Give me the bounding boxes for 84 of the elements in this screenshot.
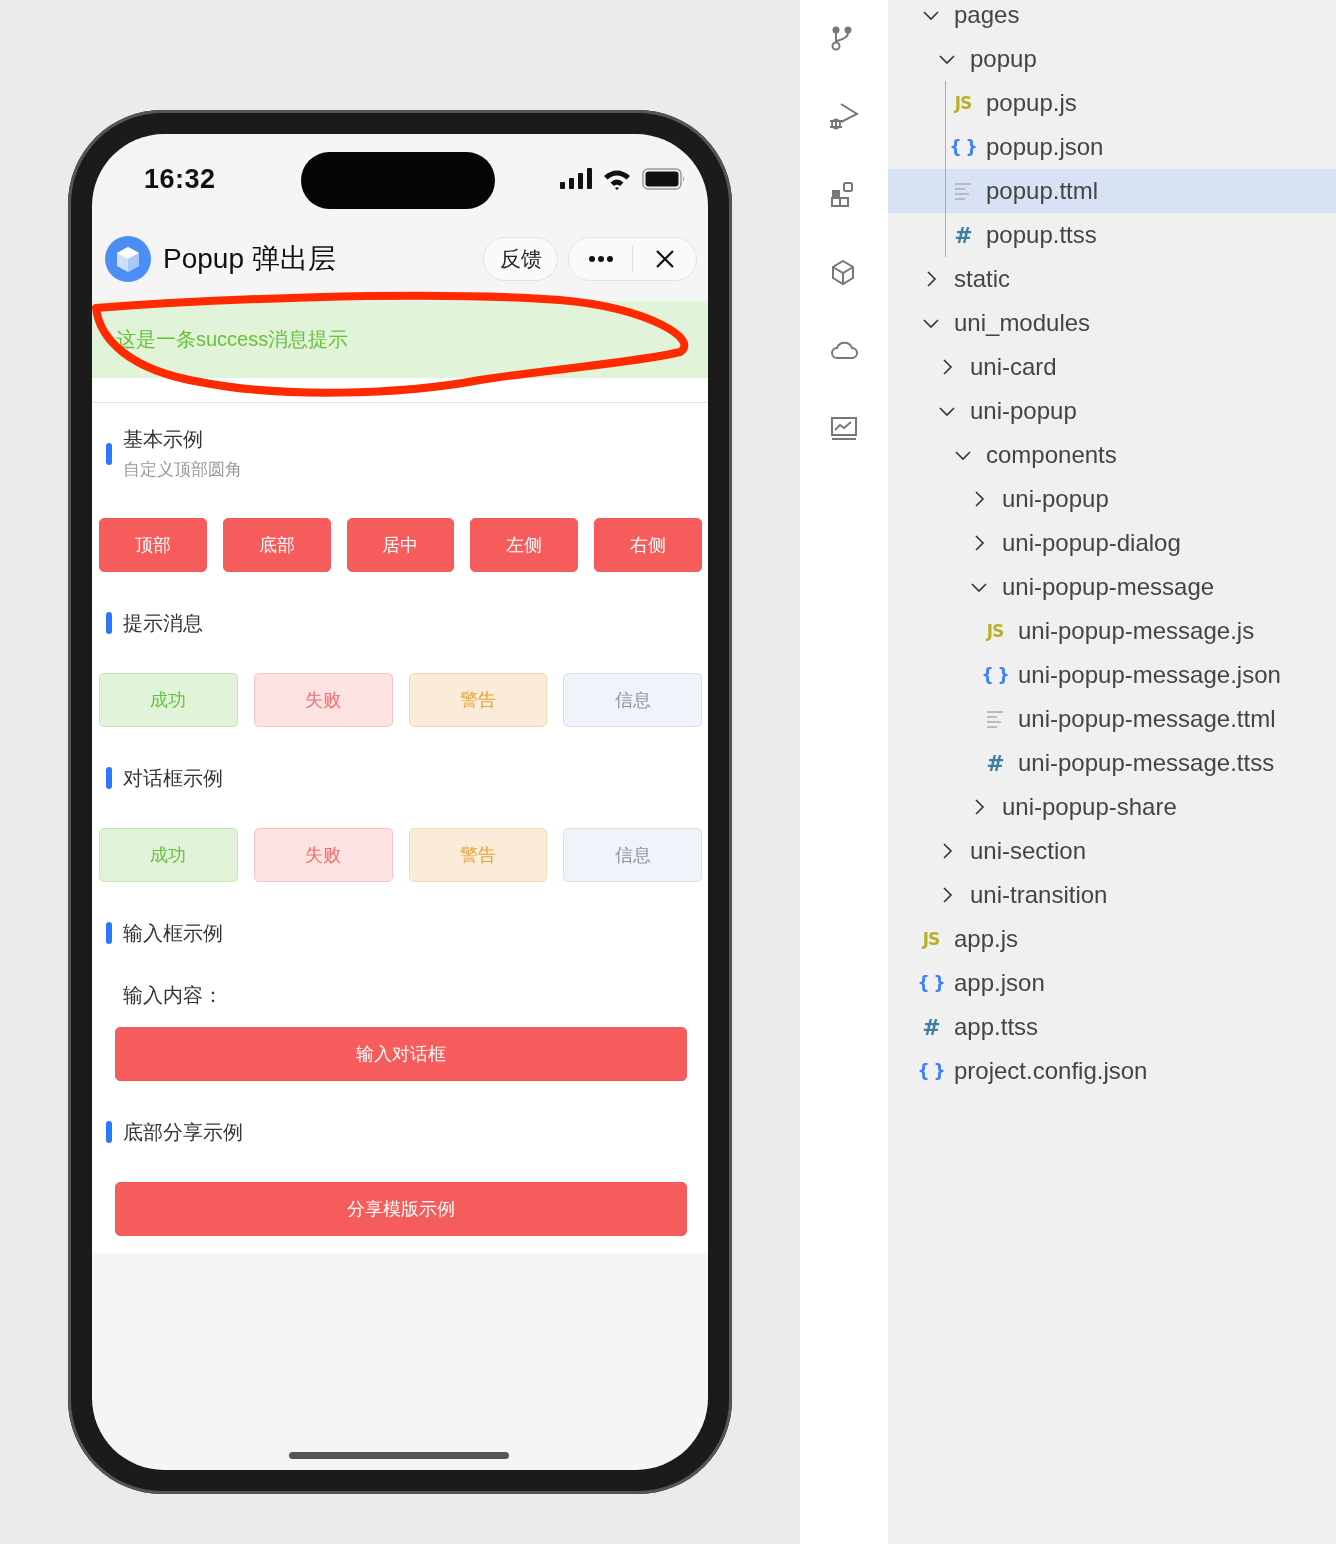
tree-label: popup <box>970 45 1037 73</box>
signal-icon <box>560 168 592 190</box>
tree-row[interactable]: # app.ttss <box>888 1005 1336 1049</box>
lines-icon <box>954 182 972 200</box>
lines-icon <box>986 710 1004 728</box>
tree-row[interactable]: JS popup.js <box>888 81 1336 125</box>
section-marker <box>106 443 112 465</box>
tree-row[interactable]: uni-popup-share <box>888 785 1336 829</box>
tree-row[interactable]: # uni-popup-message.ttss <box>888 741 1336 785</box>
tree-label: app.json <box>954 969 1045 997</box>
tree-label: uni-popup-message.json <box>1018 661 1281 689</box>
tree-label: uni-popup-dialog <box>1002 529 1181 557</box>
tree-row[interactable]: uni-popup <box>888 477 1336 521</box>
tree-row[interactable]: JS uni-popup-message.js <box>888 609 1336 653</box>
battery-icon <box>642 168 686 190</box>
file-type-icon: { } <box>949 137 977 157</box>
section-title: 对话框示例 <box>123 765 224 791</box>
file-type-icon: # <box>922 1014 940 1040</box>
page-title: Popup 弹出层 <box>163 242 336 276</box>
tree-label: uni-popup <box>1002 485 1109 513</box>
tree-label: popup.ttss <box>986 221 1097 249</box>
tree-row[interactable]: pages <box>888 0 1336 37</box>
tree-label: uni-card <box>970 353 1057 381</box>
tree-label: app.ttss <box>954 1013 1039 1041</box>
section-title: 底部分享示例 <box>123 1119 244 1145</box>
file-type-icon: { } <box>981 665 1009 685</box>
tree-row[interactable]: uni-popup-dialog <box>888 521 1336 565</box>
tree-row[interactable]: popup <box>888 37 1336 81</box>
file-type-icon: # <box>954 222 972 248</box>
tree-row[interactable]: uni-popup <box>888 389 1336 433</box>
tree-row[interactable]: { } project.config.json <box>888 1049 1336 1093</box>
tree-label: uni-popup-message <box>1002 573 1215 601</box>
close-icon <box>654 249 675 269</box>
section-title: 基本示例 <box>123 427 204 452</box>
section-marker <box>106 612 112 634</box>
wifi-icon <box>603 168 631 190</box>
tree-row[interactable]: uni-card <box>888 345 1336 389</box>
feedback-button[interactable]: 反馈 <box>483 237 558 281</box>
file-type-icon: JS <box>954 93 972 113</box>
tree-row[interactable]: popup.ttml <box>888 169 1336 213</box>
tree-label: uni-section <box>970 837 1087 865</box>
file-type-icon: { } <box>917 973 945 993</box>
tree-label: pages <box>954 1 1020 29</box>
tree-label: uni-popup-message.ttml <box>1018 705 1276 733</box>
tree-label: uni_modules <box>954 309 1091 337</box>
tree-label: popup.ttml <box>986 177 1099 205</box>
tree-label: popup.js <box>986 89 1077 117</box>
more-icon <box>588 256 613 262</box>
section-marker <box>106 922 112 944</box>
input-label: 输入内容： <box>122 983 224 1007</box>
tree-row[interactable]: components <box>888 433 1336 477</box>
app-logo <box>105 236 151 282</box>
tree-row[interactable]: # popup.ttss <box>888 213 1336 257</box>
tree-label: uni-transition <box>970 881 1108 909</box>
tree-row[interactable]: uni-popup-message.ttml <box>888 697 1336 741</box>
file-type-icon: { } <box>917 1061 945 1081</box>
tree-label: popup.json <box>986 133 1104 161</box>
file-type-icon: # <box>986 750 1004 776</box>
section-title: 提示消息 <box>123 610 204 636</box>
tree-row[interactable]: uni_modules <box>888 301 1336 345</box>
tree-row[interactable]: { } app.json <box>888 961 1336 1005</box>
tree-label: project.config.json <box>954 1057 1148 1085</box>
status-time: 16:32 <box>144 163 216 195</box>
tree-label: components <box>986 441 1117 469</box>
tree-label: app.js <box>954 925 1019 953</box>
section-title: 输入框示例 <box>123 920 224 946</box>
tree-row[interactable]: static <box>888 257 1336 301</box>
tree-label: uni-popup-message.js <box>1018 617 1255 645</box>
tree-label: uni-popup <box>970 397 1077 425</box>
section-marker <box>106 1121 112 1143</box>
section-subtitle: 自定义顶部圆角 <box>123 459 243 481</box>
file-type-icon: JS <box>922 929 940 949</box>
tree-row[interactable]: JS app.js <box>888 917 1336 961</box>
tree-label: uni-popup-share <box>1002 793 1177 821</box>
tree-row[interactable]: { } popup.json <box>888 125 1336 169</box>
debug-icon <box>829 102 859 132</box>
tree-row[interactable]: uni-popup-message <box>888 565 1336 609</box>
tree-row[interactable]: uni-section <box>888 829 1336 873</box>
section-marker <box>106 767 112 789</box>
tree-label: static <box>954 265 1010 293</box>
tree-row[interactable]: { } uni-popup-message.json <box>888 653 1336 697</box>
tree-row[interactable]: uni-transition <box>888 873 1336 917</box>
file-type-icon: JS <box>986 621 1004 641</box>
tree-label: uni-popup-message.ttss <box>1018 749 1275 777</box>
